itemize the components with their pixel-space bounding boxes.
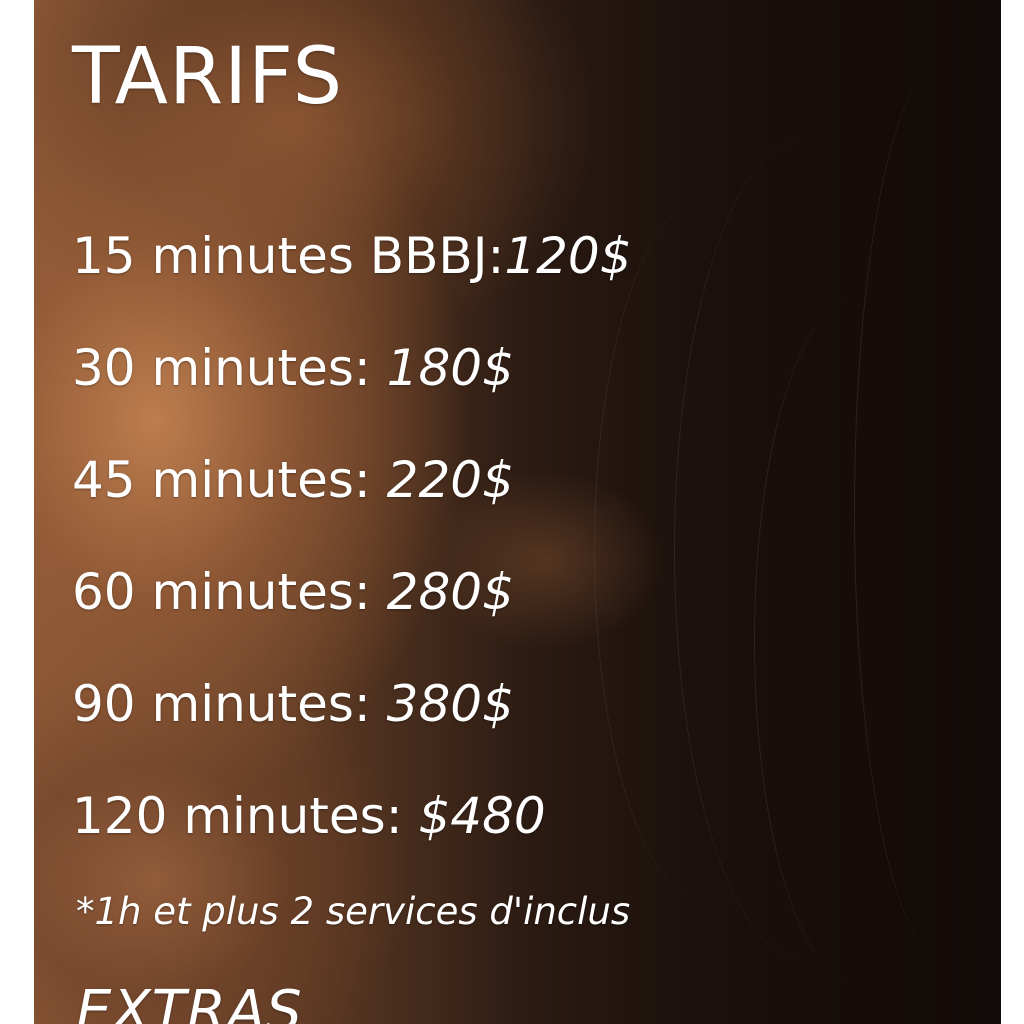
rate-price: 180$ bbox=[386, 339, 514, 397]
rate-price: 280$ bbox=[386, 563, 514, 621]
rate-duration: 45 minutes: bbox=[72, 451, 387, 509]
rate-item: 15 minutes BBBJ:120$ bbox=[72, 231, 632, 281]
rate-price: 120$ bbox=[504, 227, 632, 285]
extras-heading: EXTRAS bbox=[76, 979, 303, 1024]
page-title: TARIFS bbox=[72, 32, 344, 122]
rate-item: 90 minutes: 380$ bbox=[72, 679, 514, 729]
rate-duration: 60 minutes: bbox=[72, 563, 387, 621]
rate-price: $480 bbox=[418, 787, 546, 845]
rate-item: 60 minutes: 280$ bbox=[72, 567, 514, 617]
rate-duration: 30 minutes: bbox=[72, 339, 387, 397]
rate-price: 220$ bbox=[386, 451, 514, 509]
rate-item: 30 minutes: 180$ bbox=[72, 343, 514, 393]
rate-footnote: *1h et plus 2 services d'inclus bbox=[76, 890, 631, 933]
rate-duration: 90 minutes: bbox=[72, 675, 387, 733]
rate-price: 380$ bbox=[386, 675, 514, 733]
background-photo-panel bbox=[34, 0, 1001, 1024]
rate-item: 45 minutes: 220$ bbox=[72, 455, 514, 505]
rate-duration: 120 minutes: bbox=[72, 787, 419, 845]
rate-duration: 15 minutes BBBJ: bbox=[72, 227, 505, 285]
page: TARIFS 15 minutes BBBJ:120$ 30 minutes: … bbox=[0, 0, 1024, 1024]
rate-item: 120 minutes: $480 bbox=[72, 791, 546, 841]
